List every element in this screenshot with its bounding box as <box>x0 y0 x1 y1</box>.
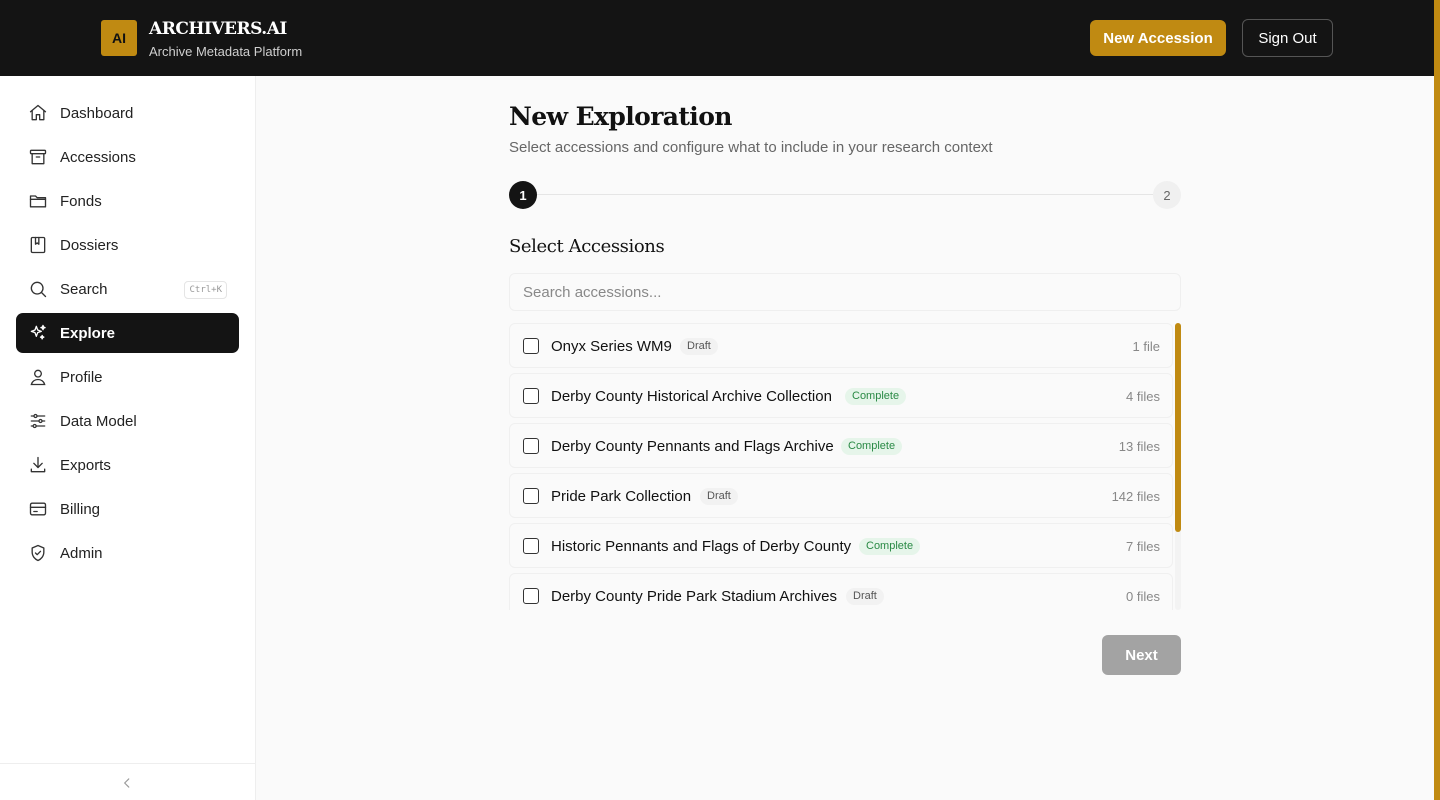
accession-row[interactable]: Historic Pennants and Flags of Derby Cou… <box>509 523 1173 568</box>
download-icon <box>30 456 46 473</box>
step-indicator-1: 1 <box>509 181 537 209</box>
sidebar-item-label: Admin <box>60 544 103 562</box>
accession-checkbox[interactable] <box>523 538 539 554</box>
search-accessions-input[interactable] <box>509 273 1181 311</box>
page-subtitle: Select accessions and configure what to … <box>509 139 993 156</box>
file-count: 142 files <box>1111 489 1160 504</box>
sign-out-button[interactable]: Sign Out <box>1242 19 1333 57</box>
accession-checkbox[interactable] <box>523 488 539 504</box>
sidebar: Dashboard Accessions Fonds Dossiers Sear… <box>0 76 256 800</box>
new-accession-button[interactable]: New Accession <box>1090 20 1226 56</box>
page-scrollbar[interactable] <box>1434 0 1440 800</box>
accession-name: Derby County Historical Archive Collecti… <box>551 388 832 405</box>
accession-checkbox[interactable] <box>523 588 539 604</box>
status-badge: Complete <box>841 438 903 455</box>
list-scrollbar-thumb[interactable] <box>1175 323 1181 532</box>
sidebar-item-label: Search <box>60 280 108 298</box>
accession-checkbox[interactable] <box>523 338 539 354</box>
folder-icon <box>29 195 47 208</box>
sidebar-item-fonds[interactable]: Fonds <box>16 181 239 221</box>
accession-row[interactable]: Derby County Historical Archive Collecti… <box>509 373 1173 418</box>
sidebar-item-label: Explore <box>60 324 116 342</box>
user-icon <box>30 369 46 386</box>
sidebar-item-billing[interactable]: Billing <box>16 489 239 529</box>
sidebar-item-label: Fonds <box>60 192 102 210</box>
accession-name: Historic Pennants and Flags of Derby Cou… <box>551 538 852 555</box>
file-count: 1 file <box>1132 339 1160 354</box>
section-title: Select Accessions <box>509 236 665 257</box>
keyboard-shortcut-badge: Ctrl+K <box>184 281 227 299</box>
accession-name: Derby County Pennants and Flags Archive <box>551 438 834 455</box>
file-count: 0 files <box>1126 589 1160 604</box>
accession-name: Derby County Pride Park Stadium Archives <box>551 588 837 605</box>
page-scrollbar-thumb[interactable] <box>1434 0 1440 800</box>
file-count: 4 files <box>1126 389 1160 404</box>
archive-box-icon <box>29 149 47 165</box>
sidebar-item-label: Billing <box>60 500 101 518</box>
credit-card-icon <box>29 502 47 516</box>
sidebar-item-label: Profile <box>60 368 103 386</box>
sidebar-item-explore[interactable]: Explore <box>16 313 239 353</box>
sidebar-item-label: Dashboard <box>60 104 134 122</box>
search-icon <box>30 281 47 298</box>
book-icon <box>30 236 46 254</box>
accession-row[interactable]: Pride Park Collection Draft 142 files <box>509 473 1173 518</box>
sidebar-item-accessions[interactable]: Accessions <box>16 137 239 177</box>
accession-checkbox[interactable] <box>523 438 539 454</box>
sparkles-icon <box>30 324 46 340</box>
accession-row[interactable]: Onyx Series WM9 Draft 1 file <box>509 323 1173 368</box>
sidebar-item-admin[interactable]: Admin <box>16 533 239 573</box>
page-title: New Exploration <box>509 102 732 131</box>
sidebar-footer <box>0 763 255 800</box>
accession-row[interactable]: Derby County Pride Park Stadium Archives… <box>509 573 1173 610</box>
sidebar-item-dossiers[interactable]: Dossiers <box>16 225 239 265</box>
home-icon <box>29 104 47 121</box>
chevron-left-icon[interactable] <box>120 776 134 790</box>
sidebar-item-dashboard[interactable]: Dashboard <box>16 93 239 133</box>
step-indicator-2: 2 <box>1153 181 1181 209</box>
accession-checkbox[interactable] <box>523 388 539 404</box>
status-badge: Draft <box>846 588 884 605</box>
sidebar-item-label: Exports <box>60 456 111 474</box>
file-count: 13 files <box>1118 439 1160 454</box>
app-logo[interactable]: AI <box>101 20 137 56</box>
sidebar-item-label: Dossiers <box>60 236 119 254</box>
sliders-icon <box>30 413 46 429</box>
status-badge: Complete <box>859 538 921 555</box>
status-badge: Complete <box>845 388 907 405</box>
sidebar-item-search[interactable]: Search Ctrl+K <box>16 269 239 309</box>
status-badge: Draft <box>700 488 738 505</box>
accession-name: Onyx Series WM9 <box>551 338 672 355</box>
accession-row[interactable]: Derby County Pennants and Flags Archive … <box>509 423 1173 468</box>
stepper-line <box>537 194 1153 195</box>
sidebar-item-exports[interactable]: Exports <box>16 445 239 485</box>
top-header: AI ARCHIVERS.AI Archive Metadata Platfor… <box>0 0 1434 76</box>
sidebar-item-label: Accessions <box>60 148 136 166</box>
app-name: ARCHIVERS.AI <box>149 19 287 39</box>
accession-name: Pride Park Collection <box>551 488 692 505</box>
shield-check-icon <box>31 544 45 562</box>
sidebar-item-data-model[interactable]: Data Model <box>16 401 239 441</box>
sidebar-item-profile[interactable]: Profile <box>16 357 239 397</box>
sidebar-item-label: Data Model <box>60 412 137 430</box>
app-subtitle: Archive Metadata Platform <box>149 44 303 59</box>
file-count: 7 files <box>1126 539 1160 554</box>
status-badge: Draft <box>680 338 718 355</box>
next-button[interactable]: Next <box>1102 635 1181 675</box>
accession-list: Onyx Series WM9 Draft 1 file Derby Count… <box>509 323 1181 610</box>
